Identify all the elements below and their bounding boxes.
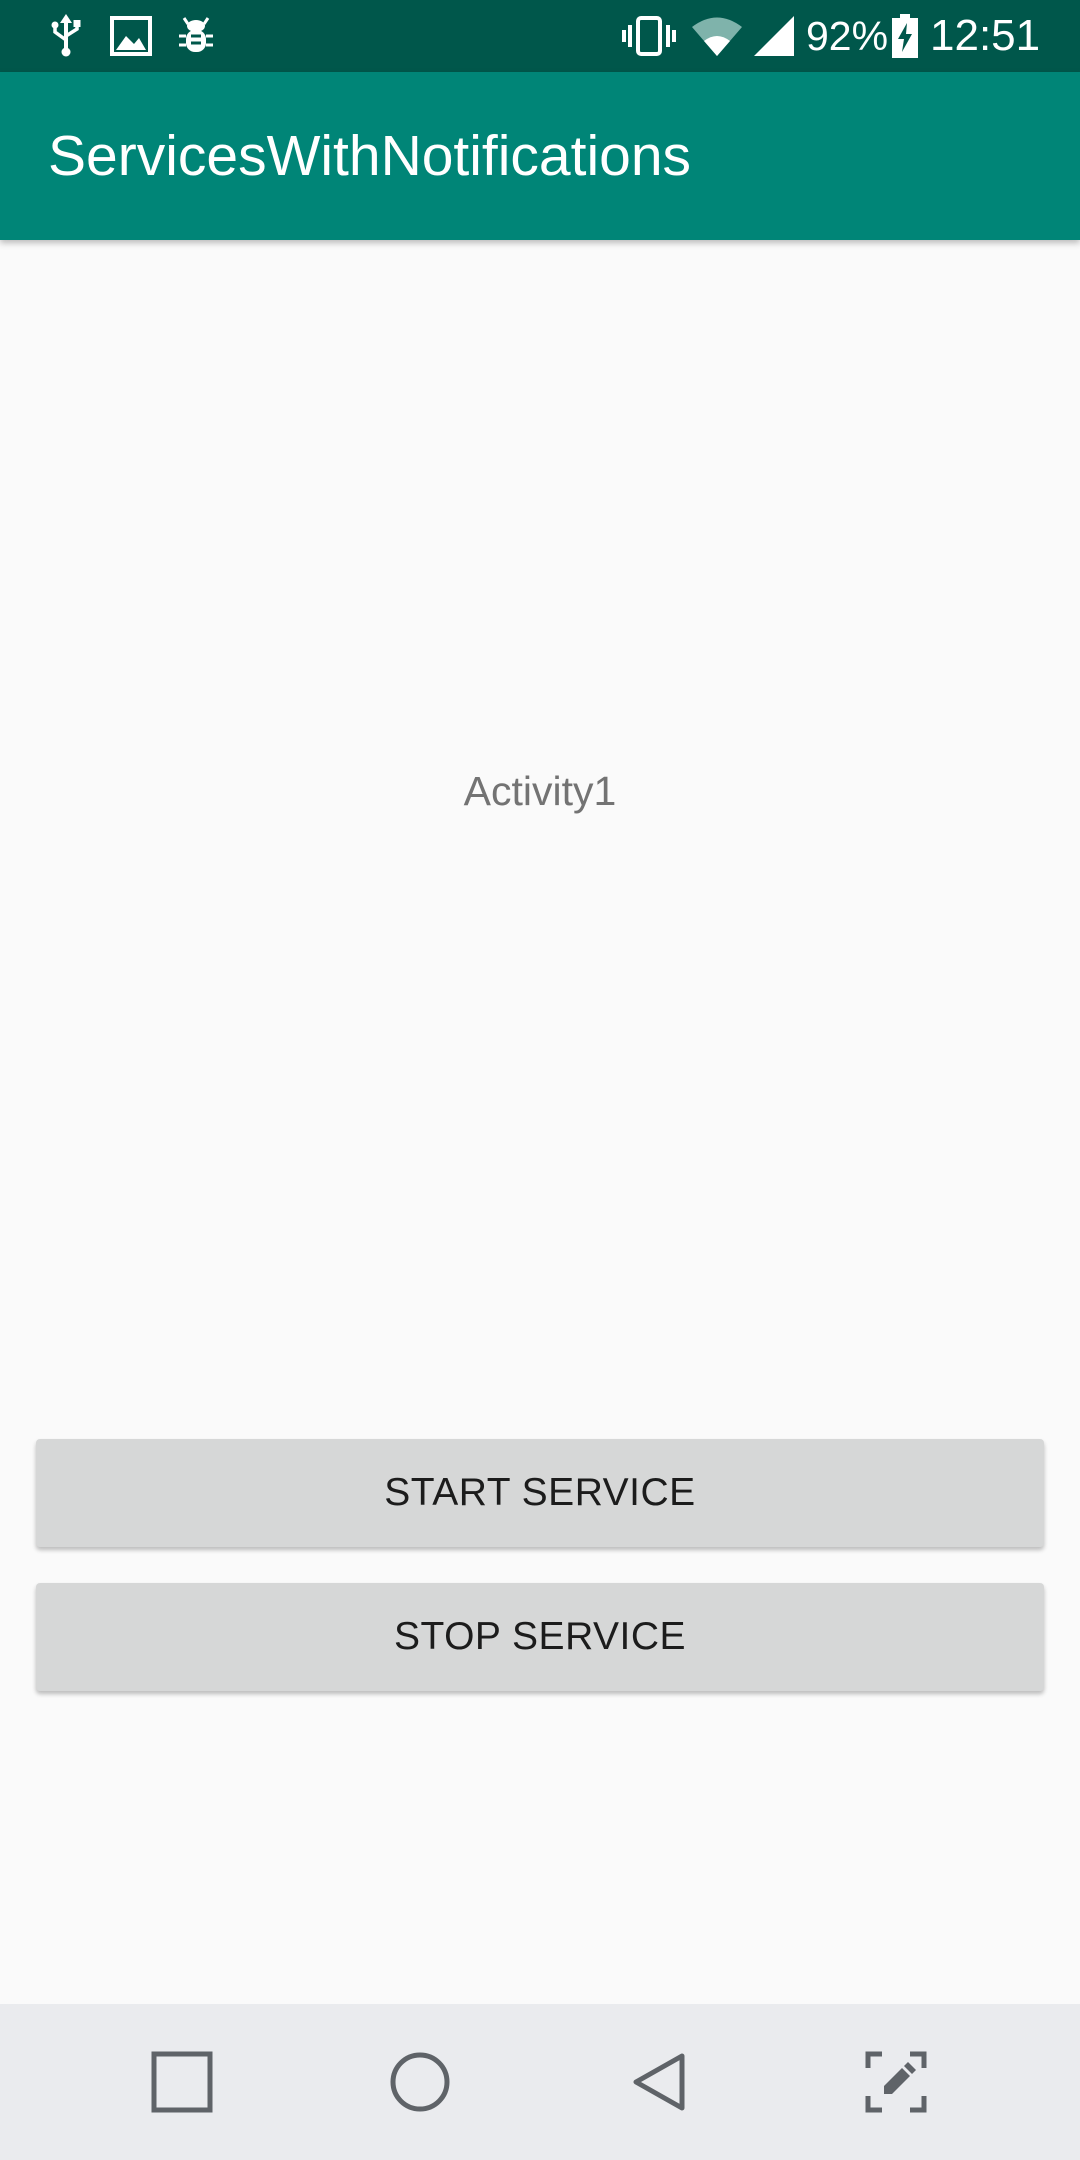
signal-icon	[752, 0, 796, 72]
recents-icon[interactable]	[104, 2004, 260, 2160]
bug-icon	[176, 0, 216, 72]
stop-service-button[interactable]: STOP SERVICE	[36, 1583, 1044, 1691]
vibrate-icon	[620, 0, 678, 72]
back-icon[interactable]	[582, 2004, 738, 2160]
start-service-button[interactable]: START SERVICE	[36, 1439, 1044, 1547]
screenshot-edit-icon[interactable]	[818, 2004, 974, 2160]
clock: 12:51	[930, 11, 1041, 60]
wifi-icon	[688, 0, 746, 72]
main-content: Activity1 START SERVICE STOP SERVICE	[0, 240, 1080, 2004]
status-bar: 92% 12:51	[0, 0, 1080, 72]
app-title: ServicesWithNotifications	[48, 124, 692, 188]
activity-label: Activity1	[463, 768, 617, 814]
app-bar: ServicesWithNotifications	[0, 72, 1080, 240]
battery-percent: 92%	[806, 13, 889, 59]
battery-charging-icon	[890, 0, 920, 72]
image-icon	[108, 0, 154, 72]
usb-icon	[44, 0, 88, 72]
home-icon[interactable]	[342, 2004, 498, 2160]
navigation-bar	[0, 2004, 1080, 2160]
